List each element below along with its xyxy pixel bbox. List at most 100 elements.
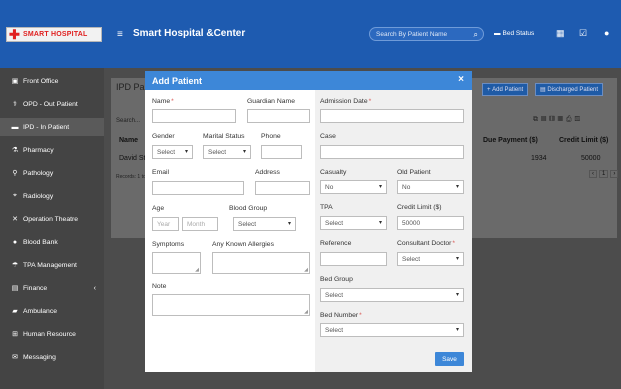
sidebar: ▣ Front Office ⚕ OPD - Out Patient ▬ IPD - … <box>0 68 104 389</box>
tpa-select[interactable]: Select ▾ <box>320 216 387 230</box>
row-credit-limit: 50000 <box>581 155 601 162</box>
sidebar-item-ambulance[interactable]: ▰ Ambulance <box>0 302 104 320</box>
reference-input[interactable] <box>320 252 387 266</box>
menu-toggle-icon[interactable]: ≡ <box>117 29 123 40</box>
sidebar-item-operation-theatre[interactable]: ✕ Operation Theatre <box>0 210 104 228</box>
blood-group-label: Blood Group <box>229 205 268 212</box>
calendar-icon[interactable]: ▦ <box>556 28 565 39</box>
table-search-input[interactable]: Search... <box>116 118 140 124</box>
phone-input[interactable] <box>261 145 302 159</box>
bed-status-link[interactable]: ▬ Bed Status <box>494 30 534 37</box>
guardian-name-input[interactable] <box>247 109 310 123</box>
bed-number-select[interactable]: Select ▾ <box>320 323 464 337</box>
allergies-textarea[interactable]: ◢ <box>212 252 310 274</box>
sidebar-item-blood-bank[interactable]: ● Blood Bank <box>0 233 104 251</box>
casualty-select[interactable]: No ▾ <box>320 180 387 194</box>
logo-text: SMART HOSPITAL <box>23 31 88 38</box>
sidebar-item-tpa-management[interactable]: ☂ TPA Management <box>0 256 104 274</box>
row-patient-name[interactable]: David St <box>119 155 145 162</box>
drop-icon: ● <box>12 238 18 246</box>
email-input[interactable] <box>152 181 244 195</box>
add-patient-button[interactable]: + Add Patient <box>482 83 529 96</box>
admission-date-input[interactable] <box>320 109 464 123</box>
credit-limit-label: Credit Limit ($) <box>397 204 442 211</box>
money-icon: ▤ <box>11 285 19 292</box>
consultant-doctor-select[interactable]: Select ▾ <box>397 252 464 266</box>
age-month-input[interactable]: Month <box>182 217 218 231</box>
page-next-button[interactable]: › <box>610 170 619 178</box>
pagination: ‹ 1 › <box>589 170 619 178</box>
close-icon[interactable]: × <box>458 74 464 85</box>
modal-title: Add Patient <box>152 75 203 86</box>
resize-grip-icon[interactable]: ◢ <box>304 309 308 315</box>
note-label: Note <box>152 283 167 290</box>
credit-limit-input[interactable]: 50000 <box>397 216 464 230</box>
gender-select[interactable]: Select ▾ <box>152 145 193 159</box>
sidebar-item-ipd[interactable]: ▬ IPD - In Patient <box>0 118 104 136</box>
column-header-name[interactable]: Name <box>119 137 138 144</box>
resize-grip-icon[interactable]: ◢ <box>304 267 308 273</box>
tasks-check-icon[interactable]: ☑ <box>579 28 587 39</box>
mortar-pestle-icon: ⚗ <box>11 147 19 154</box>
page-number-button[interactable]: 1 <box>599 170 609 178</box>
column-header-credit-limit[interactable]: Credit Limit ($) <box>559 137 608 144</box>
stethoscope-icon: ⚕ <box>13 101 17 108</box>
search-placeholder: Search By Patient Name <box>376 30 448 38</box>
old-patient-label: Old Patient <box>397 169 431 176</box>
marital-status-select[interactable]: Select ▾ <box>203 145 251 159</box>
name-label: Name* <box>152 98 174 105</box>
name-input[interactable] <box>152 109 236 123</box>
old-patient-select[interactable]: No ▾ <box>397 180 464 194</box>
bed-group-label: Bed Group <box>320 276 353 283</box>
case-label: Case <box>320 133 336 140</box>
sidebar-item-human-resource[interactable]: ⊞ Human Resource <box>0 325 104 343</box>
add-patient-modal: Add Patient × Name* Guardian Name Gender… <box>145 71 472 372</box>
casualty-label: Casualty <box>320 169 347 176</box>
column-header-due-payment[interactable]: Due Payment ($) <box>483 137 538 144</box>
app-title: Smart Hospital &Center <box>133 28 246 39</box>
age-year-input[interactable]: Year <box>152 217 179 231</box>
microscope-icon: ⌖ <box>13 192 17 199</box>
address-input[interactable] <box>255 181 310 195</box>
bed-status-label: Bed Status <box>502 30 535 37</box>
case-input[interactable] <box>320 145 464 159</box>
phone-label: Phone <box>261 133 281 140</box>
sidebar-item-messaging[interactable]: ✉ Messaging <box>0 348 104 366</box>
save-button[interactable]: Save <box>435 352 464 366</box>
bed-group-select[interactable]: Select ▾ <box>320 288 464 302</box>
chevron-down-icon: ▾ <box>184 149 188 155</box>
app-logo[interactable]: ✚ SMART HOSPITAL <box>6 27 102 42</box>
sidebar-item-pathology[interactable]: ⚲ Pathology <box>0 164 104 182</box>
sidebar-item-radiology[interactable]: ⌖ Radiology <box>0 187 104 205</box>
user-avatar[interactable]: ● <box>604 28 609 38</box>
page-prev-button[interactable]: ‹ <box>589 170 597 178</box>
medical-cross-icon: ✚ <box>9 27 20 42</box>
print-icon[interactable]: ⎙ <box>566 116 575 123</box>
chevron-down-icon: ▾ <box>378 220 382 226</box>
chevron-down-icon: ▾ <box>455 256 459 262</box>
gender-label: Gender <box>152 133 175 140</box>
symptoms-label: Symptoms <box>152 241 185 248</box>
chevron-down-icon: ▾ <box>242 149 246 155</box>
columns-icon[interactable]: ▧ <box>575 116 583 123</box>
sitemap-icon: ⊞ <box>12 331 18 338</box>
patient-search-input[interactable]: Search By Patient Name ⌕ <box>369 27 484 41</box>
pdf-icon[interactable]: ▦ <box>558 116 566 123</box>
sidebar-item-opd[interactable]: ⚕ OPD - Out Patient <box>0 95 104 113</box>
age-label: Age <box>152 205 165 212</box>
symptoms-textarea[interactable]: ◢ <box>152 252 201 274</box>
sidebar-item-pharmacy[interactable]: ⚗ Pharmacy <box>0 141 104 159</box>
discharged-patient-button[interactable]: ▤ Discharged Patient <box>535 83 604 96</box>
umbrella-icon: ☂ <box>11 262 19 269</box>
chevron-down-icon: ▾ <box>378 184 382 190</box>
search-icon[interactable]: ⌕ <box>474 30 478 40</box>
sidebar-item-finance[interactable]: ▤ Finance ‹ <box>0 279 104 297</box>
blood-group-select[interactable]: Select ▾ <box>233 217 296 231</box>
note-textarea[interactable]: ◢ <box>152 294 310 316</box>
csv-icon[interactable]: ▥ <box>549 116 557 123</box>
address-label: Address <box>255 169 280 176</box>
sidebar-item-front-office[interactable]: ▣ Front Office <box>0 72 104 90</box>
chevron-down-icon: ▾ <box>455 327 459 333</box>
copy-icon[interactable]: ⧉ <box>533 116 541 123</box>
resize-grip-icon[interactable]: ◢ <box>195 267 199 273</box>
